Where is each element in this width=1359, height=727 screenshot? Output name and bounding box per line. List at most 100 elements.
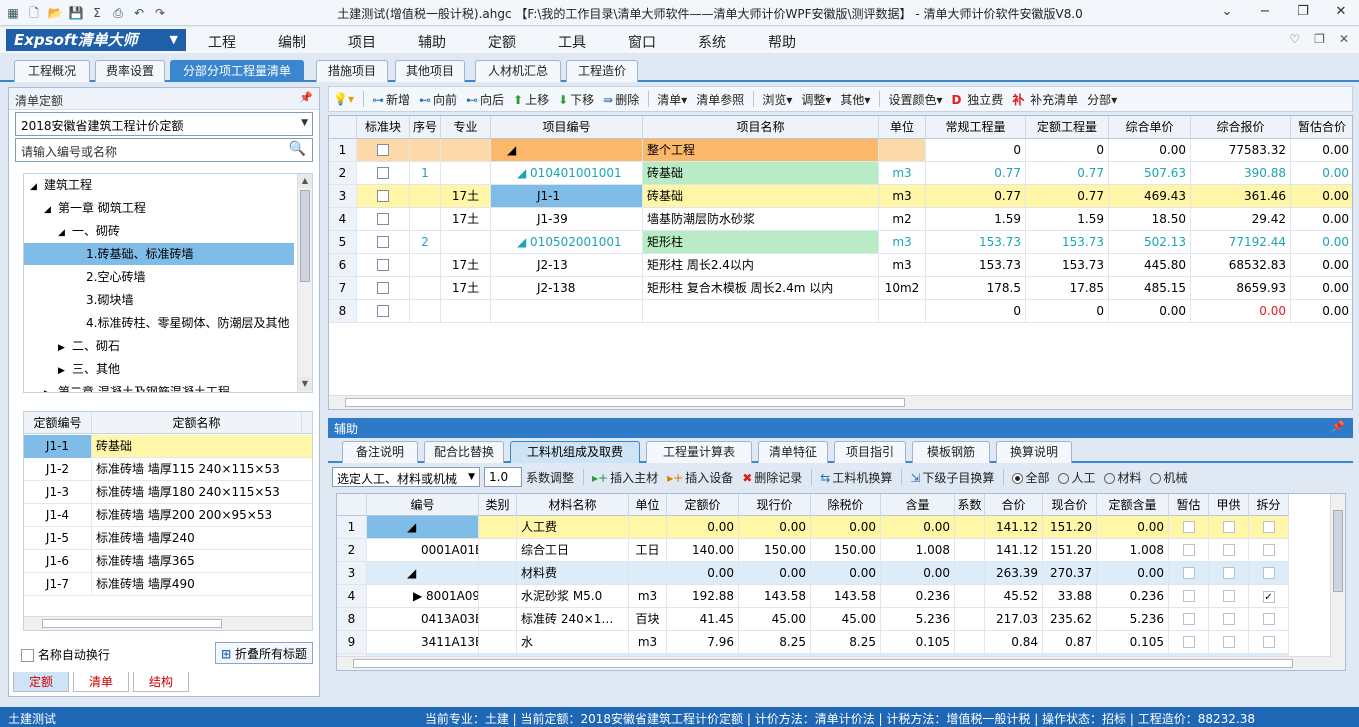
bill-row[interactable]: 7 17土 J2-138 矩形柱 复合木模板 周长2.4m 以内 10m2 178.5 17… bbox=[329, 277, 1352, 300]
supplement-bill-button[interactable]: 补 补充清单 bbox=[1012, 91, 1078, 108]
bill-cell-seq[interactable] bbox=[410, 208, 441, 231]
bill-cell-q2[interactable]: 153.73 bbox=[1026, 254, 1109, 277]
quota-col-name[interactable]: 定额名称 bbox=[92, 412, 302, 434]
resource-row[interactable]: 1 ◢ 人工费 0.00 0.00 0.00 0.00 141.12 151.20 0.00 bbox=[337, 516, 1329, 539]
resource-cell-unit[interactable]: 工日 bbox=[629, 539, 667, 562]
resource-cell-cat[interactable] bbox=[479, 516, 517, 539]
resource-col-header[interactable]: 拆分 bbox=[1249, 494, 1289, 516]
bill-reference-button[interactable]: 清单参照 bbox=[696, 91, 744, 108]
resource-cell-dq[interactable]: 0.00 bbox=[1097, 516, 1169, 539]
bill-cell-spec[interactable] bbox=[441, 162, 491, 185]
resource-cell-cat[interactable] bbox=[479, 631, 517, 654]
standard-block-checkbox[interactable] bbox=[357, 254, 410, 277]
resource-cell-code[interactable]: ▶ 8001A09B63E bbox=[367, 585, 479, 608]
bill-cell-total[interactable]: 77192.44 bbox=[1191, 231, 1291, 254]
resource-cell-name[interactable]: 人工费 bbox=[517, 516, 629, 539]
standard-block-checkbox[interactable] bbox=[357, 208, 410, 231]
checkbox-icon[interactable] bbox=[377, 213, 389, 225]
tab-fee-rate[interactable]: 费率设置 bbox=[95, 60, 165, 82]
resource-row[interactable]: 93411A13B01B水m37.968.258.250.1050.840.87… bbox=[337, 631, 1329, 654]
scroll-up-icon[interactable]: ▲ bbox=[298, 174, 312, 188]
sum-icon[interactable]: Σ bbox=[88, 4, 106, 22]
tree-node[interactable]: 4.标准砖柱、零星砌体、防潮层及其他 bbox=[24, 312, 294, 334]
resource-cell-p1[interactable]: 7.96 bbox=[667, 631, 739, 654]
bill-cell-total[interactable]: 0.00 bbox=[1191, 300, 1291, 323]
checkbox-icon[interactable] bbox=[377, 167, 389, 179]
factor-input[interactable]: 1.0 bbox=[484, 467, 522, 487]
save-icon[interactable]: 💾 bbox=[67, 4, 85, 22]
menu-project[interactable]: 工程 bbox=[208, 32, 236, 52]
resource-row[interactable]: 4▶ 8001A09B63E水泥砂浆 M5.0m3192.88143.58143… bbox=[337, 585, 1329, 608]
brand-dropdown-icon[interactable]: ▼ bbox=[170, 29, 178, 51]
owner-supply-checkbox[interactable] bbox=[1209, 608, 1249, 631]
resource-col-header[interactable]: 合价 bbox=[985, 494, 1043, 516]
resource-cell-p3[interactable]: 150.00 bbox=[811, 539, 881, 562]
add-button[interactable]: ⊶ 新增 bbox=[372, 91, 410, 108]
resource-cell-qty[interactable]: 1.008 bbox=[881, 539, 955, 562]
tab-bill-of-quantities[interactable]: 分部分项工程量清单 bbox=[170, 60, 304, 82]
checkbox-icon[interactable] bbox=[1262, 613, 1275, 625]
resource-cell-name[interactable]: 标准砖 240×1… bbox=[517, 608, 629, 631]
auto-wrap-checkbox-wrap[interactable]: 名称自动换行 bbox=[21, 646, 110, 663]
bill-cell-seq[interactable] bbox=[410, 277, 441, 300]
resource-cell-p3[interactable]: 0.00 bbox=[811, 562, 881, 585]
bill-cell-est[interactable]: 0.00 bbox=[1291, 231, 1352, 254]
bill-col-header[interactable]: 定额工程量 bbox=[1026, 116, 1109, 139]
bill-cell-q2[interactable]: 0 bbox=[1026, 139, 1109, 162]
bill-cell-name[interactable]: 砖基础 bbox=[643, 185, 879, 208]
bill-cell-total[interactable]: 77583.32 bbox=[1191, 139, 1291, 162]
scroll-down-icon[interactable]: ▼ bbox=[298, 377, 312, 391]
bill-cell-seq[interactable] bbox=[410, 185, 441, 208]
pin-icon[interactable]: 📌 bbox=[299, 91, 313, 104]
redo-icon[interactable]: ↷ bbox=[151, 4, 169, 22]
standard-block-checkbox[interactable] bbox=[357, 300, 410, 323]
resource-cell-name[interactable]: 材料费 bbox=[517, 562, 629, 585]
bill-col-header[interactable]: 单位 bbox=[879, 116, 926, 139]
bill-cell-q1[interactable]: 178.5 bbox=[926, 277, 1026, 300]
resource-cell-dq[interactable]: 0.105 bbox=[1097, 631, 1169, 654]
resource-cell-p2[interactable]: 150.00 bbox=[739, 539, 811, 562]
checkbox-icon[interactable] bbox=[1222, 613, 1235, 625]
bill-cell-price[interactable]: 469.43 bbox=[1109, 185, 1191, 208]
menu-item[interactable]: 项目 bbox=[348, 32, 376, 52]
close-button[interactable]: ✕ bbox=[1329, 2, 1353, 22]
expand-icon[interactable]: ▶ bbox=[58, 360, 72, 382]
radio-all[interactable]: 全部 bbox=[1012, 469, 1049, 486]
checkbox-icon[interactable] bbox=[1262, 591, 1275, 603]
resource-cell-code[interactable]: ◢ bbox=[367, 516, 479, 539]
estimate-checkbox[interactable] bbox=[1169, 539, 1209, 562]
bill-row[interactable]: 2 1 ◢ 010401001001 砖基础 m3 0.77 0.77 507.63 390.8… bbox=[329, 162, 1352, 185]
owner-supply-checkbox[interactable] bbox=[1209, 539, 1249, 562]
resource-cell-s2[interactable]: 0.87 bbox=[1043, 631, 1097, 654]
bill-col-header[interactable]: 综合单价 bbox=[1109, 116, 1191, 139]
collapse-all-button[interactable]: ⊞ 折叠所有标题 bbox=[215, 642, 313, 664]
resource-cell-s2[interactable]: 270.37 bbox=[1043, 562, 1097, 585]
restore-icon[interactable]: ❐ bbox=[1314, 32, 1325, 46]
checkbox-icon[interactable] bbox=[1222, 636, 1235, 648]
browse-dropdown[interactable]: 浏览▾ bbox=[762, 91, 792, 108]
quota-row[interactable]: J1-2 标准砖墙 墙厚115 240×115×53 bbox=[24, 458, 312, 481]
section-dropdown[interactable]: 分部▾ bbox=[1087, 91, 1117, 108]
delete-button[interactable]: ⇛ 删除 bbox=[603, 91, 639, 108]
bill-cell-code[interactable]: J1-39 bbox=[491, 208, 643, 231]
checkbox-icon[interactable] bbox=[1182, 613, 1195, 625]
resource-cell-s1[interactable]: 45.52 bbox=[985, 585, 1043, 608]
bill-cell-total[interactable]: 68532.83 bbox=[1191, 254, 1291, 277]
resource-cell-unit[interactable] bbox=[629, 562, 667, 585]
resource-cell-cat[interactable] bbox=[479, 539, 517, 562]
resource-cell-p3[interactable]: 8.25 bbox=[811, 631, 881, 654]
resource-cell-p2[interactable]: 8.25 bbox=[739, 631, 811, 654]
collapse-icon[interactable]: ◢ bbox=[44, 199, 58, 221]
resource-col-header[interactable]: 甲供 bbox=[1209, 494, 1249, 516]
aux-tab[interactable]: 工料机组成及取费 bbox=[510, 441, 640, 463]
checkbox-icon[interactable] bbox=[1222, 567, 1235, 579]
resource-cell-s2[interactable]: 151.20 bbox=[1043, 516, 1097, 539]
menu-assist[interactable]: 辅助 bbox=[418, 32, 446, 52]
search-input[interactable]: 请输入编号或名称 🔍 bbox=[15, 138, 313, 162]
aux-tab[interactable]: 项目指引 bbox=[834, 441, 906, 463]
bill-cell-spec[interactable]: 17土 bbox=[441, 208, 491, 231]
resource-cell-code[interactable]: ◢ bbox=[367, 562, 479, 585]
new-file-icon[interactable]: 🗋 bbox=[25, 4, 43, 22]
bill-cell-q1[interactable]: 0 bbox=[926, 300, 1026, 323]
bill-cell-total[interactable]: 390.88 bbox=[1191, 162, 1291, 185]
